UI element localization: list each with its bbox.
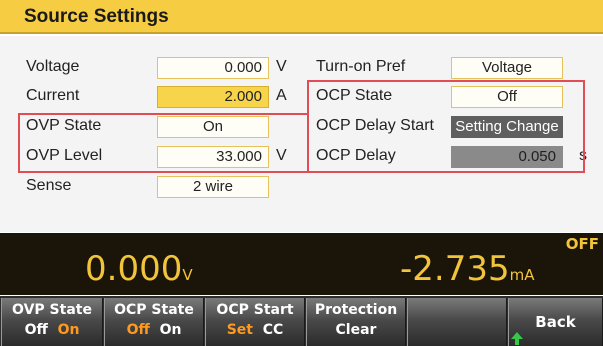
voltage-label: Voltage (26, 58, 80, 75)
ocp-highlight-box (307, 80, 585, 173)
output-state-badge: OFF (565, 235, 599, 253)
page-title: Source Settings (24, 6, 169, 27)
measured-current-unit: mA (509, 266, 535, 284)
protection-softkey-sub: Clear (335, 322, 377, 338)
up-arrow-icon (511, 332, 523, 345)
turn-on-pref-field[interactable]: Voltage (451, 57, 563, 79)
sense-label: Sense (26, 177, 72, 194)
measurement-display: OFF 0.000V -2.735mA (0, 233, 603, 295)
measured-voltage: 0.000V (85, 249, 193, 289)
blank-softkey[interactable] (407, 298, 507, 346)
measured-voltage-value: 0.000 (85, 249, 183, 289)
ovp-state-option-on: On (57, 322, 80, 338)
voltage-unit: V (276, 58, 287, 75)
ocp-state-softkey-options: Off On (105, 322, 203, 338)
sense-field[interactable]: 2 wire (157, 176, 269, 198)
ovp-highlight-box (18, 113, 308, 173)
ocp-state-option-on: On (159, 322, 182, 338)
ovp-state-softkey-title: OVP State (12, 302, 92, 318)
back-softkey-title: Back (535, 313, 576, 331)
current-field[interactable]: 2.000 (157, 86, 269, 108)
ocp-start-softkey-title: OCP Start (216, 302, 294, 318)
ovp-state-option-off: Off (24, 322, 48, 338)
ovp-state-softkey[interactable]: OVP State Off On (1, 298, 103, 346)
protection-clear-softkey[interactable]: Protection Clear (306, 298, 406, 346)
current-unit: A (276, 87, 287, 104)
measured-current: -2.735mA (400, 249, 534, 289)
ocp-start-option-cc: CC (262, 322, 284, 338)
ovp-state-softkey-options: Off On (2, 322, 102, 338)
ocp-start-softkey-options: Set CC (206, 322, 304, 338)
turn-on-pref-label: Turn-on Pref (316, 58, 406, 75)
current-label: Current (26, 87, 80, 104)
ocp-state-softkey[interactable]: OCP State Off On (104, 298, 204, 346)
measured-current-value: -2.735 (400, 249, 510, 289)
header-bar: Source Settings (0, 0, 603, 34)
ocp-start-option-set: Set (226, 322, 253, 338)
ocp-state-option-off: Off (126, 322, 150, 338)
ocp-state-softkey-title: OCP State (114, 302, 194, 318)
voltage-field[interactable]: 0.000 (157, 57, 269, 79)
ocp-start-softkey[interactable]: OCP Start Set CC (205, 298, 305, 346)
measured-voltage-unit: V (182, 266, 193, 284)
protection-softkey-title: Protection (314, 302, 398, 318)
